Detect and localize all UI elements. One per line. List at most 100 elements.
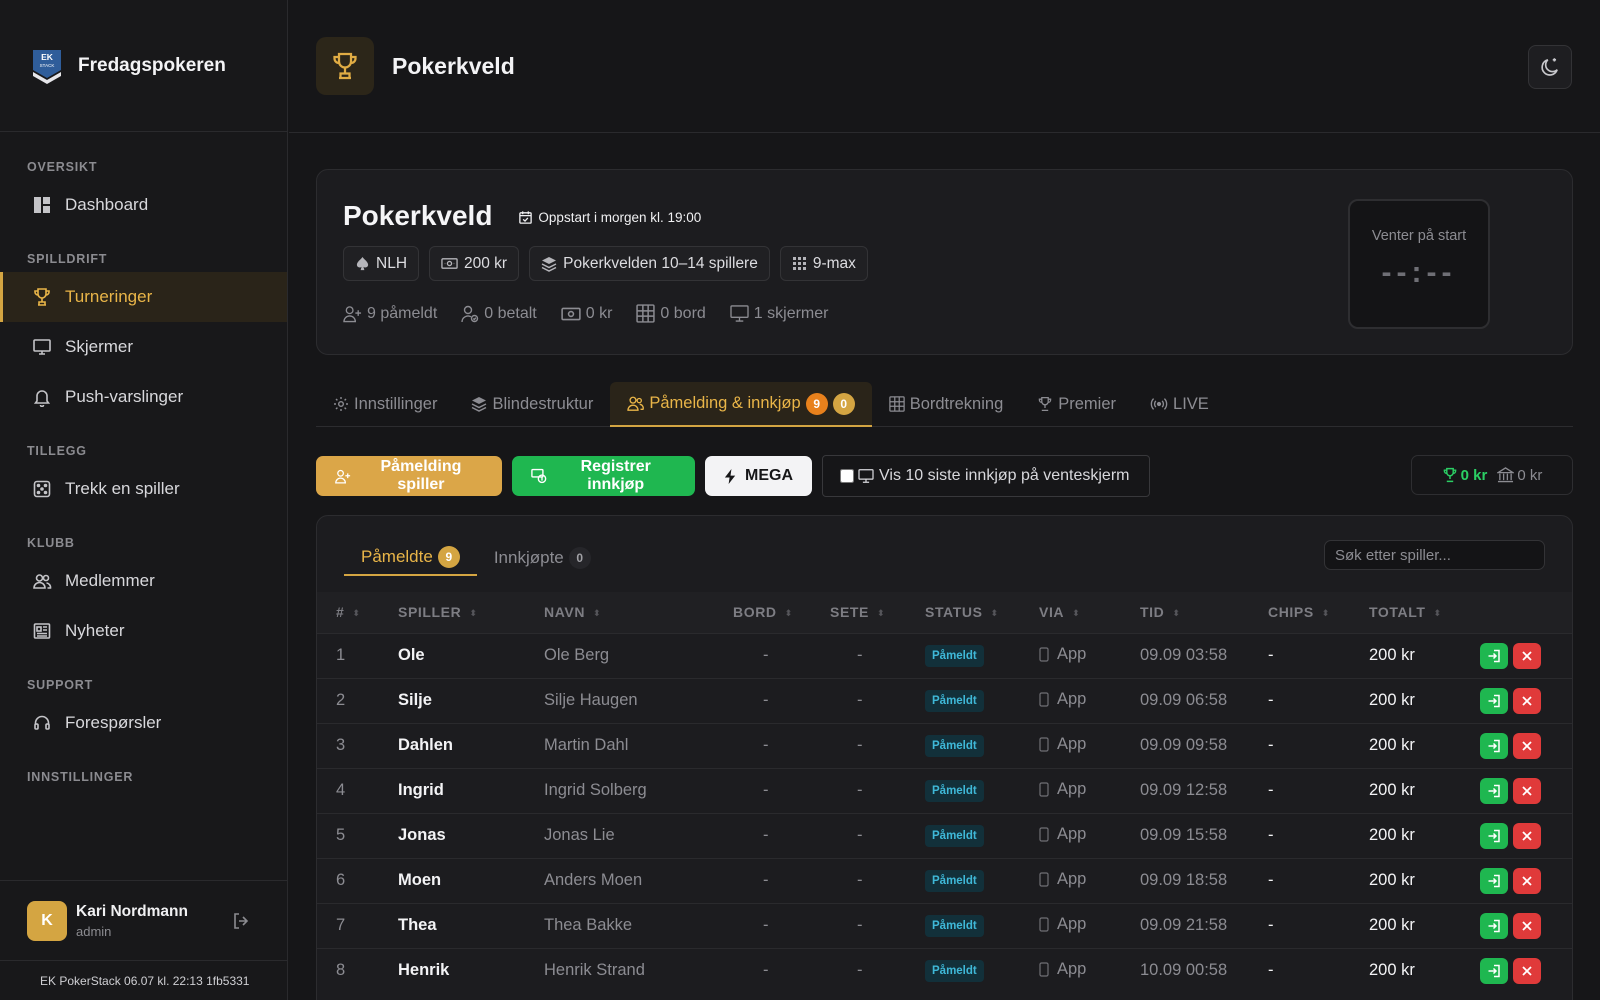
close-icon bbox=[1522, 920, 1532, 931]
tab-innstillinger[interactable]: Innstillinger bbox=[316, 382, 454, 426]
checkin-button[interactable] bbox=[1480, 642, 1508, 669]
dice-icon bbox=[33, 480, 51, 498]
sidebar-item-skjermer[interactable]: Skjermer bbox=[0, 322, 287, 372]
brand-name: Fredagspokeren bbox=[78, 54, 226, 76]
nav-section-support: SUPPORT bbox=[27, 678, 94, 692]
remove-button[interactable] bbox=[1513, 687, 1541, 714]
table-row[interactable]: 1 Ole Ole Berg - - Påmeldt App 09.09 03:58 - 200 … bbox=[317, 633, 1572, 678]
row-player: Ingrid bbox=[398, 781, 444, 799]
mega-button[interactable]: MEGA bbox=[705, 456, 812, 496]
svg-text:STACK: STACK bbox=[40, 63, 55, 68]
player-search-input[interactable] bbox=[1324, 540, 1545, 570]
row-table: - bbox=[763, 691, 769, 709]
row-seat: - bbox=[857, 961, 863, 980]
remove-button[interactable] bbox=[1513, 777, 1541, 804]
row-player: Jonas bbox=[398, 826, 446, 844]
checkin-button[interactable] bbox=[1480, 732, 1508, 759]
status-badge: Påmeldt bbox=[925, 869, 984, 892]
remove-button[interactable] bbox=[1513, 867, 1541, 894]
col-via[interactable]: VIA ⬍ bbox=[1039, 592, 1140, 633]
subtab-innkjopte[interactable]: Innkjøpte 0 bbox=[477, 540, 608, 576]
sidebar-item-trekk-en-spiller[interactable]: Trekk en spiller bbox=[0, 464, 287, 514]
sidebar-item-dashboard[interactable]: Dashboard bbox=[0, 180, 287, 230]
layers-icon bbox=[541, 256, 557, 272]
badge-bought: 0 bbox=[832, 392, 855, 415]
remove-button[interactable] bbox=[1513, 822, 1541, 849]
show-last-buyins-checkbox[interactable] bbox=[840, 469, 854, 483]
tab-premier[interactable]: Premier bbox=[1020, 382, 1133, 426]
col-name[interactable]: NAVN ⬍ bbox=[544, 592, 733, 633]
action-bar: Påmelding spiller Registrer innkjøp MEGA… bbox=[316, 455, 1150, 497]
player-list-panel: Påmeldte 9 Innkjøpte 0 #⬍ SPILLER⬍ NAVN⬍… bbox=[316, 515, 1573, 1000]
col-status[interactable]: STATUS ⬍ bbox=[925, 592, 1039, 633]
checkin-button[interactable] bbox=[1480, 687, 1508, 714]
col-seat[interactable]: SETE ⬍ bbox=[830, 592, 925, 633]
stat-amount: 0 kr bbox=[561, 304, 612, 323]
col-player[interactable]: SPILLER ⬍ bbox=[398, 592, 544, 633]
row-name: Anders Moen bbox=[544, 871, 643, 889]
theme-toggle-button[interactable] bbox=[1528, 45, 1572, 89]
checkin-button[interactable] bbox=[1480, 822, 1508, 849]
checkin-button[interactable] bbox=[1480, 777, 1508, 804]
sidebar-item-label: Turneringer bbox=[65, 287, 153, 306]
row-chips: - bbox=[1268, 781, 1274, 799]
remove-button[interactable] bbox=[1513, 732, 1541, 759]
cash-icon bbox=[441, 258, 458, 269]
login-icon bbox=[1488, 649, 1500, 662]
checkin-button[interactable] bbox=[1480, 867, 1508, 894]
user-check-icon bbox=[461, 305, 479, 322]
sidebar-item-push-varslinger[interactable]: Push-varslinger bbox=[0, 372, 287, 422]
lightning-icon bbox=[724, 468, 736, 484]
col-table[interactable]: BORD ⬍ bbox=[733, 592, 830, 633]
col-total[interactable]: TOTALT ⬍ bbox=[1369, 592, 1480, 633]
row-total: 200 kr bbox=[1369, 826, 1415, 844]
sidebar-item-foresporsler[interactable]: Forespørsler bbox=[0, 698, 287, 748]
row-status: Påmeldt bbox=[925, 858, 1039, 903]
table-row[interactable]: 4 Ingrid Ingrid Solberg - - Påmeldt App 09.09 1… bbox=[317, 768, 1572, 813]
row-actions bbox=[1480, 813, 1572, 858]
table-row[interactable]: 7 Thea Thea Bakke - - Påmeldt App 09.09 21:58 - 2… bbox=[317, 903, 1572, 948]
layers-icon bbox=[472, 397, 487, 412]
page-title: Pokerkveld bbox=[392, 52, 515, 79]
register-player-button[interactable]: Påmelding spiller bbox=[316, 456, 502, 496]
remove-button[interactable] bbox=[1513, 642, 1541, 669]
table-row[interactable]: 5 Jonas Jonas Lie - - Påmeldt App 09.09 15:58 - 2… bbox=[317, 813, 1572, 858]
col-time[interactable]: TID ⬍ bbox=[1140, 592, 1268, 633]
row-name: Ole Berg bbox=[544, 646, 610, 664]
remove-button[interactable] bbox=[1513, 912, 1541, 939]
row-table: - bbox=[763, 826, 769, 844]
tab-blindestruktur[interactable]: Blindestruktur bbox=[454, 382, 610, 426]
phone-icon bbox=[1039, 962, 1049, 977]
sidebar-item-turneringer[interactable]: Turneringer bbox=[0, 272, 287, 322]
remove-button[interactable] bbox=[1513, 957, 1541, 984]
row-via: App bbox=[1039, 723, 1140, 768]
checkin-button[interactable] bbox=[1480, 912, 1508, 939]
phone-icon bbox=[1039, 826, 1049, 842]
sidebar-item-medlemmer[interactable]: Medlemmer bbox=[0, 556, 287, 606]
brand[interactable]: EK STACK Fredagspokeren bbox=[0, 0, 287, 132]
table-row[interactable]: 6 Moen Anders Moen - - Påmeldt App 09.09 18:58 -… bbox=[317, 858, 1572, 903]
row-player: Silje bbox=[398, 691, 432, 709]
badge-count: 9 bbox=[437, 546, 460, 568]
checkin-button[interactable] bbox=[1480, 957, 1508, 984]
players-table: # ⬍ SPILLER ⬍ NAVN ⬍ BORD ⬍ SETE ⬍ STATUS ⬍ VI… bbox=[317, 592, 1572, 993]
show-last-buyins-toggle[interactable]: Vis 10 siste innkjøp på venteskjerm bbox=[822, 455, 1150, 497]
register-buyin-button[interactable]: Registrer innkjøp bbox=[512, 456, 695, 496]
tab-pamelding-innkjop[interactable]: Påmelding & innkjøp 9 0 bbox=[610, 382, 872, 427]
stat-registered: 9 påmeldt bbox=[343, 304, 437, 323]
gear-icon bbox=[334, 397, 348, 411]
col-num[interactable]: # ⬍ bbox=[317, 592, 398, 633]
table-row[interactable]: 3 Dahlen Martin Dahl - - Påmeldt App 09.09 09:5… bbox=[317, 723, 1572, 768]
col-chips[interactable]: CHIPS ⬍ bbox=[1268, 592, 1369, 633]
subtab-pameldte[interactable]: Påmeldte 9 bbox=[344, 540, 477, 576]
row-via: App bbox=[1039, 768, 1140, 813]
chip-buyin: 200 kr bbox=[429, 246, 520, 281]
sidebar-nav: OVERSIKT Dashboard SPILLDRIFT Turneringe… bbox=[0, 132, 287, 790]
tab-bordtrekning[interactable]: Bordtrekning bbox=[872, 382, 1021, 426]
table-row[interactable]: 8 Henrik Henrik Strand - - Påmeldt App 10.09 00… bbox=[317, 948, 1572, 993]
table-grid-icon bbox=[888, 396, 905, 412]
sidebar-item-nyheter[interactable]: Nyheter bbox=[0, 606, 287, 656]
table-row[interactable]: 2 Silje Silje Haugen - - Påmeldt App 09.09 06:5… bbox=[317, 678, 1572, 723]
tab-live[interactable]: LIVE bbox=[1133, 382, 1226, 426]
logout-icon[interactable] bbox=[231, 911, 251, 931]
